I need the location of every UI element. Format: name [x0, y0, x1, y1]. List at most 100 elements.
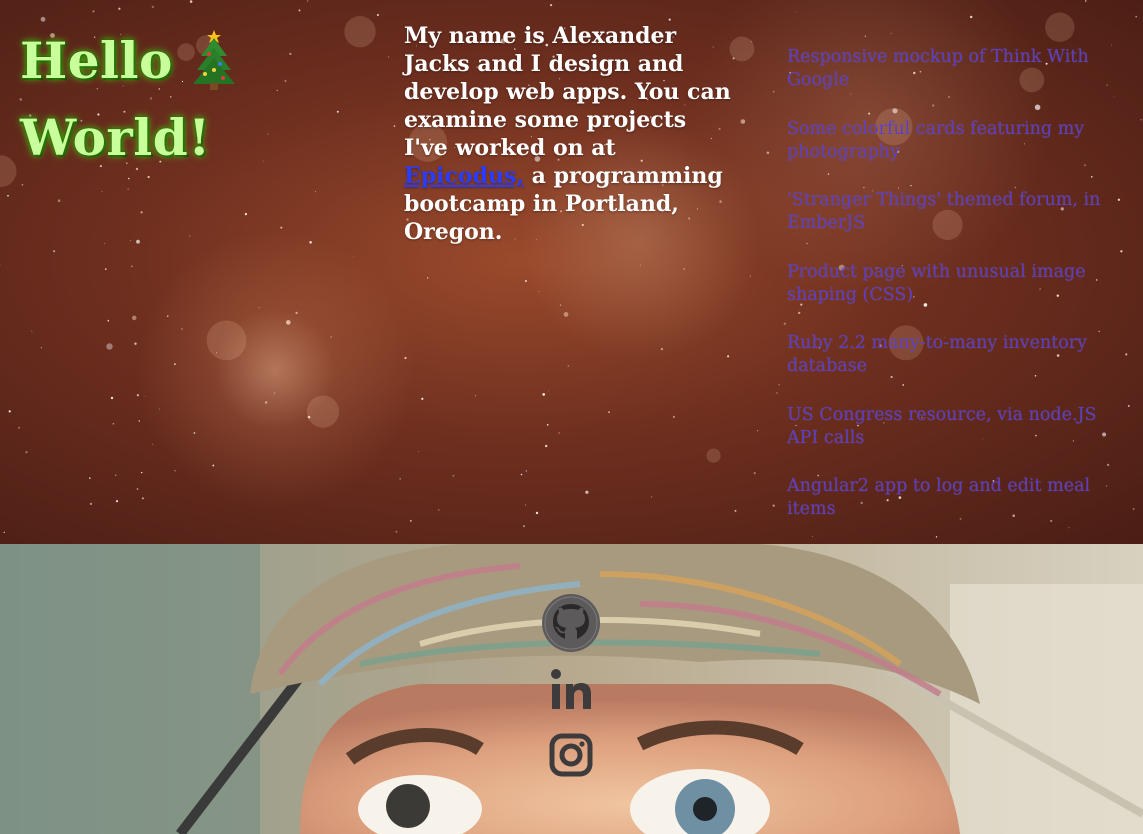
- galaxy-glow: [206, 320, 247, 361]
- star: [660, 347, 664, 351]
- star: [40, 16, 46, 22]
- star: [280, 226, 283, 229]
- galaxy-glow: [344, 16, 376, 48]
- star: [181, 328, 183, 330]
- project-link[interactable]: Some colorful cards featuring my photogr…: [787, 118, 1117, 190]
- star: [608, 411, 610, 413]
- star: [683, 268, 685, 270]
- star: [418, 451, 420, 453]
- linkedin-icon[interactable]: [540, 658, 602, 720]
- star: [427, 277, 429, 279]
- star: [130, 265, 133, 268]
- star: [166, 315, 169, 318]
- project-link[interactable]: Product page with unusual image shaping …: [787, 261, 1117, 333]
- star: [772, 90, 775, 93]
- star: [559, 304, 562, 306]
- star: [376, 13, 379, 17]
- star: [89, 477, 91, 479]
- galaxy-glow: [0, 155, 17, 188]
- projects-list: Responsive mockup of Think With Google S…: [787, 46, 1117, 544]
- star: [1132, 508, 1135, 510]
- star: [112, 423, 115, 425]
- star: [57, 199, 61, 202]
- star: [668, 18, 671, 21]
- star: [330, 336, 333, 338]
- star: [640, 264, 641, 266]
- star: [776, 392, 778, 394]
- project-link[interactable]: US Congress resource, via node.JS API ca…: [787, 404, 1117, 476]
- star: [104, 268, 107, 271]
- star: [286, 320, 291, 325]
- github-icon[interactable]: [540, 592, 602, 654]
- star: [0, 264, 1, 266]
- star: [189, 235, 191, 237]
- star: [524, 280, 527, 282]
- star: [295, 311, 298, 315]
- star: [189, 0, 193, 3]
- star: [136, 394, 140, 397]
- star: [795, 11, 797, 13]
- star: [309, 241, 312, 244]
- star: [749, 275, 751, 277]
- star: [53, 250, 56, 253]
- project-link[interactable]: Angular2 app to log and edit meal items: [787, 475, 1117, 544]
- star: [548, 390, 549, 392]
- star: [421, 397, 424, 400]
- star: [550, 4, 553, 7]
- star: [110, 396, 114, 400]
- star: [1120, 250, 1123, 253]
- star: [141, 497, 144, 500]
- star: [138, 420, 140, 422]
- star: [118, 7, 121, 10]
- star: [672, 415, 676, 418]
- star: [127, 188, 129, 190]
- star: [193, 432, 196, 434]
- star: [778, 384, 780, 386]
- star: [558, 432, 560, 434]
- project-link[interactable]: 'Stranger Things' themed forum, in Ember…: [787, 189, 1117, 261]
- star: [1140, 118, 1142, 121]
- bio-paragraph: My name is Alexander Jacks and I design …: [404, 22, 734, 246]
- star: [152, 443, 154, 445]
- star: [104, 242, 106, 244]
- star: [525, 470, 528, 472]
- project-link[interactable]: Ruby 2.2 many-to-many inventory database: [787, 332, 1117, 404]
- star: [1085, 0, 1087, 2]
- star: [264, 401, 268, 404]
- epicodus-link[interactable]: Epicodus,: [404, 163, 524, 189]
- star: [151, 5, 155, 9]
- star: [890, 32, 892, 35]
- star: [1135, 15, 1138, 18]
- star: [136, 239, 140, 244]
- star: [864, 35, 867, 37]
- star: [388, 56, 390, 58]
- star: [145, 395, 146, 397]
- star: [393, 125, 396, 127]
- star: [783, 322, 786, 325]
- star: [147, 175, 150, 179]
- star: [92, 10, 95, 13]
- star: [315, 191, 317, 193]
- star: [523, 525, 525, 527]
- star: [159, 408, 161, 410]
- star: [1125, 353, 1128, 356]
- star: [535, 511, 539, 515]
- star: [538, 290, 540, 292]
- star: [546, 424, 549, 426]
- star: [131, 315, 137, 321]
- star: [524, 504, 526, 506]
- star: [258, 307, 260, 309]
- star: [734, 509, 737, 512]
- star: [585, 490, 589, 494]
- star: [31, 330, 33, 332]
- star: [970, 15, 973, 19]
- hero-section: Hello World! My name is Alexander Jacks …: [0, 0, 1143, 544]
- star: [520, 473, 523, 476]
- greeting-heading: Hello World!: [20, 22, 320, 176]
- instagram-icon[interactable]: [540, 724, 602, 786]
- star: [650, 496, 653, 498]
- project-link[interactable]: Responsive mockup of Think With Google: [787, 46, 1117, 118]
- christmas-tree-icon: [187, 26, 241, 92]
- star: [212, 464, 215, 467]
- social-links: [540, 592, 602, 790]
